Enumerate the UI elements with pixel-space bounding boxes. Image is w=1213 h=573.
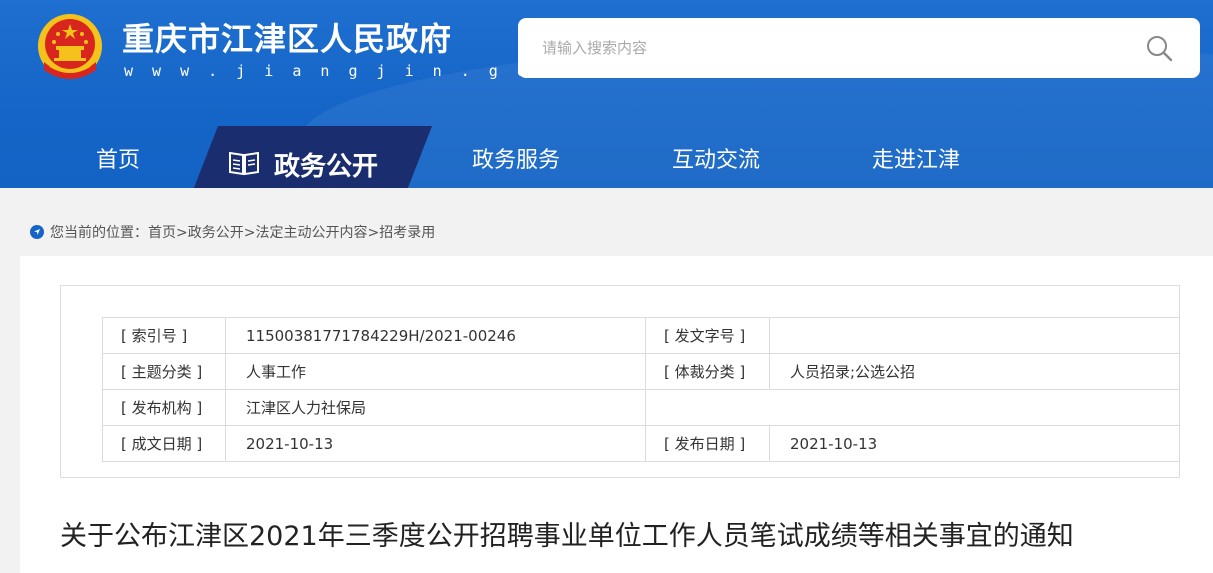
table-row: [ 主题分类 ] 人事工作 [ 体裁分类 ] 人员招录;公选公招 [102, 353, 1180, 390]
site-header: 重庆市江津区人民政府 w w w . j i a n g j i n . g o… [0, 0, 1213, 188]
nav-item-gov-affairs-label: 政务公开 [274, 152, 379, 182]
topic-label: [ 主题分类 ] [102, 353, 226, 390]
location-icon [30, 225, 44, 239]
national-emblem-icon [38, 14, 102, 79]
nav-item-gov-affairs[interactable]: 政务公开 [190, 126, 432, 188]
table-row: [ 发布机构 ] 江津区人力社保局 [102, 389, 1180, 426]
search-box [518, 18, 1200, 78]
book-icon [229, 151, 259, 176]
site-title[interactable]: 重庆市江津区人民政府 [122, 14, 452, 60]
table-row: [ 索引号 ] 11500381771784229H/2021-00246 [ … [102, 317, 1180, 354]
created-value: 2021-10-13 [225, 425, 646, 462]
genre-label: [ 体裁分类 ] [645, 353, 770, 390]
empty-cell [645, 389, 1180, 426]
index-label: [ 索引号 ] [102, 317, 226, 354]
published-label: [ 发布日期 ] [645, 425, 770, 462]
org-value: 江津区人力社保局 [225, 389, 646, 426]
nav-item-interaction[interactable]: 互动交流 [672, 142, 760, 174]
doc-no-value [769, 317, 1180, 354]
index-value: 11500381771784229H/2021-00246 [225, 317, 646, 354]
main-nav: 首页 政务公开 政务服务 互动交流 走进江津 [0, 126, 1213, 188]
table-row: [ 成文日期 ] 2021-10-13 [ 发布日期 ] 2021-10-13 [102, 425, 1180, 462]
nav-item-home[interactable]: 首页 [96, 142, 140, 174]
created-label: [ 成文日期 ] [102, 425, 226, 462]
breadcrumb: 您当前的位置：首页>政务公开>法定主动公开内容>招考录用 [30, 222, 435, 242]
document-info-table: [ 索引号 ] 11500381771784229H/2021-00246 [ … [102, 317, 1180, 462]
doc-no-label: [ 发文字号 ] [645, 317, 770, 354]
org-label: [ 发布机构 ] [102, 389, 226, 426]
topic-value: 人事工作 [225, 353, 646, 390]
published-value: 2021-10-13 [769, 425, 1180, 462]
breadcrumb-text[interactable]: 您当前的位置：首页>政务公开>法定主动公开内容>招考录用 [50, 222, 435, 242]
search-input[interactable] [542, 32, 1102, 64]
content-card: [ 索引号 ] 11500381771784229H/2021-00246 [ … [20, 256, 1213, 573]
genre-value: 人员招录;公选公招 [769, 353, 1180, 390]
nav-item-gov-services[interactable]: 政务服务 [472, 142, 560, 174]
search-icon[interactable] [1145, 34, 1173, 62]
article-title: 关于公布江津区2021年三季度公开招聘事业单位工作人员笔试成绩等相关事宜的通知 [60, 521, 1074, 552]
nav-item-about-jiangjin[interactable]: 走进江津 [872, 142, 960, 174]
